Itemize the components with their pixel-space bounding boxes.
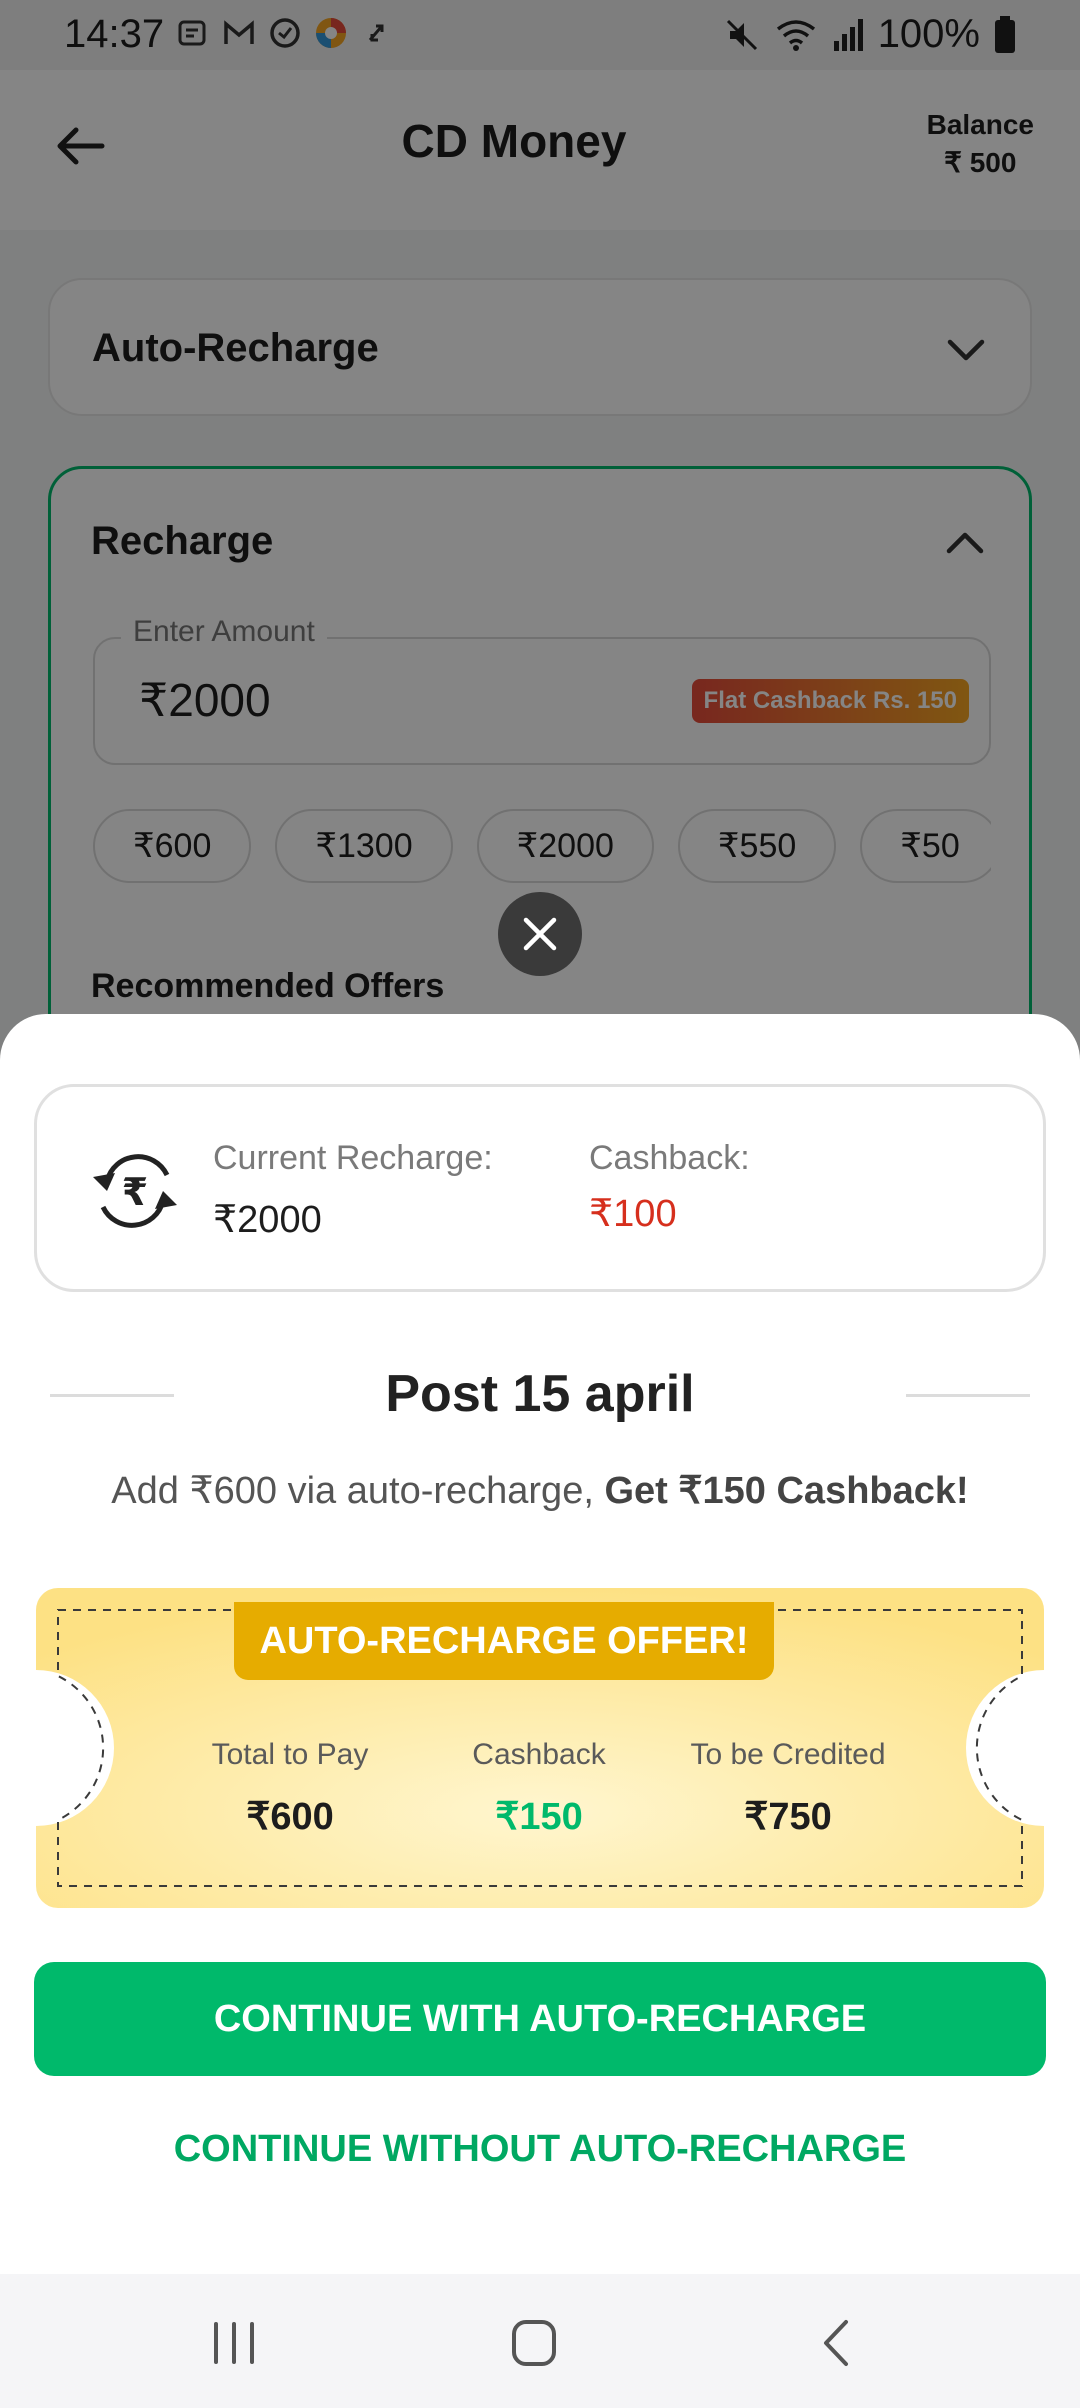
total-to-pay: Total to Pay ₹600: [170, 1738, 410, 1839]
divider-right: [906, 1394, 1030, 1397]
to-be-credited-label: To be Credited: [690, 1738, 886, 1771]
ticket-cashback-value: ₹150: [495, 1796, 583, 1838]
cashback-label: Cashback:: [589, 1139, 750, 1177]
recharge-summary-card: ₹ Current Recharge: ₹2000 Cashback: ₹100: [34, 1084, 1046, 1292]
close-icon: [523, 917, 557, 951]
home-icon[interactable]: [504, 2318, 564, 2368]
rupee-refresh-icon: ₹: [93, 1154, 177, 1228]
total-to-pay-value: ₹600: [246, 1796, 334, 1838]
close-button[interactable]: [498, 892, 582, 976]
total-to-pay-label: Total to Pay: [211, 1738, 369, 1771]
cashback-value: ₹100: [589, 1193, 677, 1235]
offer-highlight: Get ₹150 Cashback!: [604, 1470, 969, 1512]
auto-recharge-bottom-sheet: ₹ Current Recharge: ₹2000 Cashback: ₹100…: [0, 1014, 1080, 2274]
back-icon[interactable]: [808, 2318, 868, 2368]
offer-description: Add ₹600 via auto-recharge, Get ₹150 Cas…: [0, 1468, 1080, 1513]
offer-text: Add ₹600 via auto-recharge,: [111, 1470, 605, 1512]
current-recharge-value: ₹2000: [213, 1199, 322, 1241]
ticket-cashback: Cashback ₹150: [419, 1738, 659, 1839]
current-recharge-label: Current Recharge:: [213, 1139, 493, 1177]
to-be-credited-value: ₹750: [744, 1796, 832, 1838]
recents-icon[interactable]: [204, 2318, 264, 2368]
system-nav-bar: [0, 2274, 1080, 2408]
to-be-credited: To be Credited ₹750: [668, 1738, 908, 1839]
ticket-cashback-label: Cashback: [472, 1738, 606, 1771]
continue-with-auto-recharge-button[interactable]: CONTINUE WITH AUTO-RECHARGE: [34, 1962, 1046, 2076]
svg-text:₹: ₹: [122, 1170, 148, 1214]
ticket-title: AUTO-RECHARGE OFFER!: [234, 1602, 774, 1680]
continue-without-auto-recharge-button[interactable]: CONTINUE WITHOUT AUTO-RECHARGE: [34, 2104, 1046, 2194]
